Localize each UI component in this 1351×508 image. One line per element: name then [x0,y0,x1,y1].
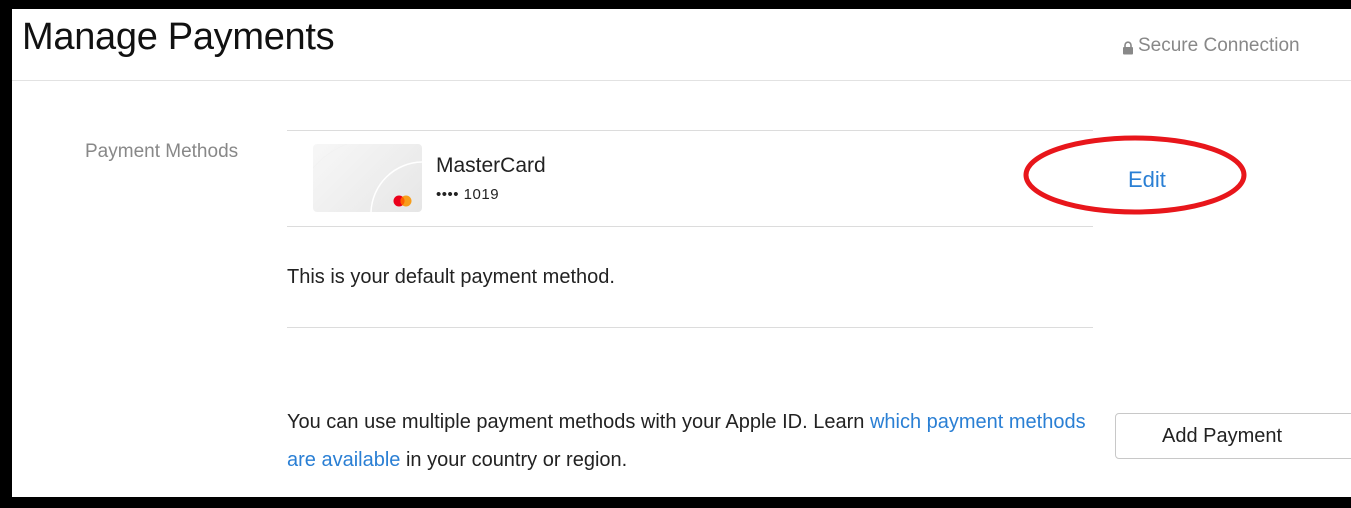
secure-connection-indicator: Secure Connection [1122,35,1300,57]
payment-methods-label: Payment Methods [85,141,239,162]
screenshot-border-left [0,0,12,508]
page-title: Manage Payments [22,16,335,58]
header-divider [12,80,1351,81]
screenshot-border-top [0,0,1351,9]
add-payment-button[interactable]: Add Payment [1115,413,1351,459]
card-thumbnail [313,144,422,212]
screenshot-border-bottom [0,497,1351,508]
card-brand-name: MasterCard [436,154,546,177]
payment-info-text: You can use multiple payment methods wit… [287,403,1087,479]
lock-icon [1122,39,1134,55]
card-number-masked: •••• 1019 [436,186,500,203]
default-method-note: This is your default payment method. [287,266,615,288]
secure-connection-label: Secure Connection [1138,35,1300,56]
card-bottom-divider [287,226,1093,227]
info-text-end: in your country or region. [400,449,628,471]
info-text-start: You can use multiple payment methods wit… [287,411,870,433]
card-top-divider [287,130,1093,131]
red-annotation-ellipse [1023,135,1247,215]
section-divider [287,327,1093,328]
